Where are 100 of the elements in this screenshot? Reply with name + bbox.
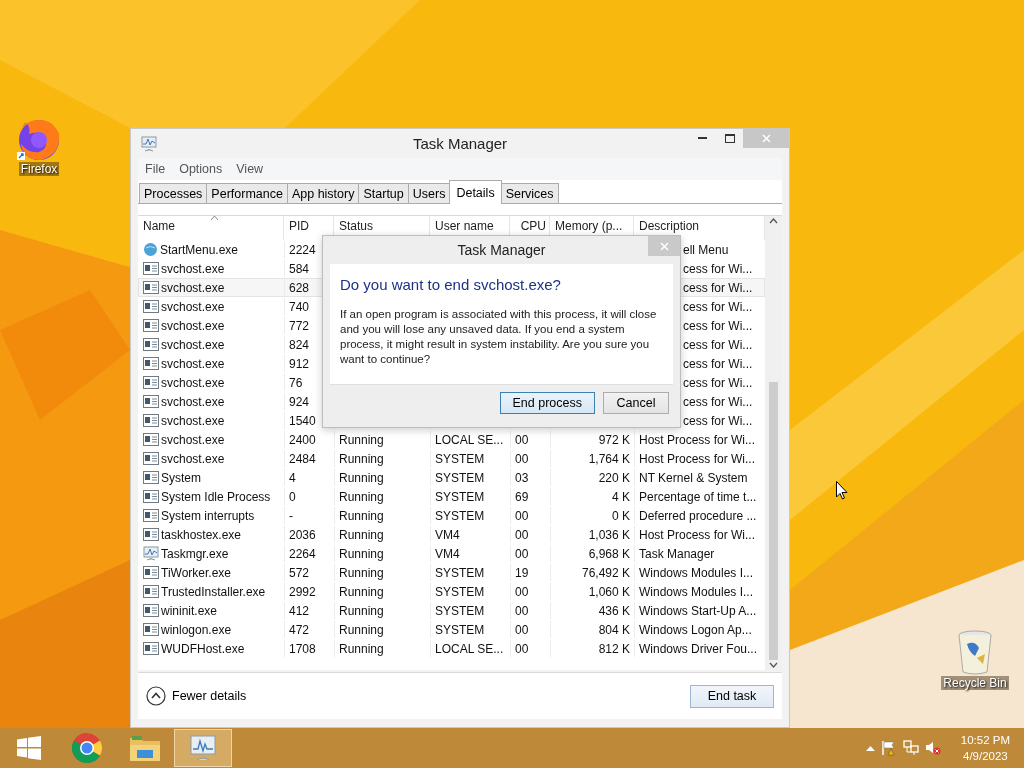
table-cell: 2992 [289,584,316,599]
menu-item[interactable]: View [231,162,269,176]
dialog-button[interactable]: Cancel [603,391,669,414]
window-icon [143,319,159,332]
close-button[interactable] [648,236,680,256]
column-header[interactable]: Name [138,216,284,240]
window-icon [143,338,159,351]
table-cell: 628 [289,280,310,295]
window-icon [143,281,159,294]
window-icon [143,490,159,503]
scrollbar[interactable] [765,216,782,670]
menu-item[interactable]: Options [174,162,228,176]
table-cell: 812 K [598,641,630,656]
window-icon [143,623,159,636]
flag-icon[interactable] [880,740,897,756]
table-cell: Taskmgr.exe [161,546,229,561]
table-cell: 824 [289,337,310,352]
menu-item[interactable]: File [140,162,171,176]
table-cell: StartMenu.exe [160,242,239,257]
table-cell: svchost.exe [161,356,225,371]
chevron-up-icon[interactable] [146,686,166,706]
table-cell: 924 [289,394,310,409]
table-cell: SYSTEM [435,451,485,466]
table-cell: svchost.exe [161,451,225,466]
window-icon [143,642,159,655]
table-cell: Running [339,584,384,599]
table-cell: 436 K [598,603,630,618]
task-manager-icon[interactable] [187,733,219,763]
table-cell: 1,764 K [588,451,630,466]
table-cell: Running [339,508,384,523]
recycle-bin-icon[interactable] [957,630,993,676]
show-hidden-icons-icon[interactable] [865,745,875,751]
desktop-icon-label[interactable]: Firefox [18,162,60,176]
folder-icon[interactable] [129,734,161,762]
table-cell: 584 [289,261,310,276]
window-icon [143,471,159,484]
end-task-button[interactable]: End task [690,684,774,708]
table-cell: 2264 [289,546,316,561]
table-cell: SYSTEM [435,565,485,580]
table-cell: Host Process for Wi... [639,451,756,466]
tab[interactable]: Processes [139,183,208,203]
scroll-down-icon[interactable] [769,662,778,668]
fewer-details-button[interactable]: Fewer details [146,686,247,706]
table-cell: 2400 [289,432,316,447]
table-cell: 220 K [598,470,630,485]
table-cell: SYSTEM [435,489,485,504]
table-cell: 1708 [289,641,316,656]
tab[interactable]: Startup [358,183,409,203]
table-cell: cess for Wi... [683,394,753,409]
table-cell: System Idle Process [161,489,271,504]
table-cell: 69 [515,489,529,504]
table-cell: svchost.exe [161,375,225,390]
muted-speaker-icon[interactable] [924,740,941,756]
window-icon [143,452,159,465]
tab[interactable]: Users [407,183,451,203]
table-cell: 00 [515,527,529,542]
table-cell: cess for Wi... [683,337,753,352]
table-cell: Windows Logon Ap... [639,622,752,637]
table-cell: LOCAL SE... [435,641,504,656]
dialog-button[interactable]: End process [499,391,595,414]
table-cell: Running [339,489,384,504]
table-cell: 972 K [598,432,630,447]
tab[interactable]: Performance [206,183,288,203]
chrome-icon[interactable] [71,732,103,764]
window-icon [143,604,159,617]
table-cell: 00 [515,508,529,523]
table-cell: Windows Start-Up A... [639,603,757,618]
scroll-up-icon[interactable] [769,218,778,224]
maximize-icon[interactable] [724,133,735,143]
table-cell: Host Process for Wi... [639,432,756,447]
table-cell: 00 [515,432,529,447]
table-cell: Running [339,527,384,542]
table-cell: 1,036 K [588,527,630,542]
window-icon [143,585,159,598]
close-icon[interactable] [761,133,771,143]
tab[interactable]: App history [286,183,360,203]
table-cell: VM4 [435,527,460,542]
windows-logo-icon[interactable] [17,736,41,760]
table-cell: svchost.exe [161,432,225,447]
tab[interactable]: Services [500,183,559,203]
table-cell: Running [339,432,384,447]
table-cell: TiWorker.exe [161,565,232,580]
task-manager-icon [140,136,158,152]
table-cell: 00 [515,622,529,637]
close-icon[interactable] [659,241,669,251]
table-cell: Running [339,451,384,466]
table-cell: 740 [289,299,310,314]
table-cell: LOCAL SE... [435,432,504,447]
table-cell: Running [339,622,384,637]
table-cell: 03 [515,470,529,485]
table-cell: cess for Wi... [683,280,753,295]
network-icon[interactable] [902,740,919,756]
table-cell: svchost.exe [161,299,225,314]
tab[interactable]: Details [449,180,502,204]
window-icon [143,395,159,408]
table-cell: svchost.exe [161,318,225,333]
table-cell: 2036 [289,527,316,542]
table-cell: Windows Driver Fou... [639,641,758,656]
table-cell: Percentage of time t... [639,489,757,504]
table-cell: 4 K [612,489,630,504]
